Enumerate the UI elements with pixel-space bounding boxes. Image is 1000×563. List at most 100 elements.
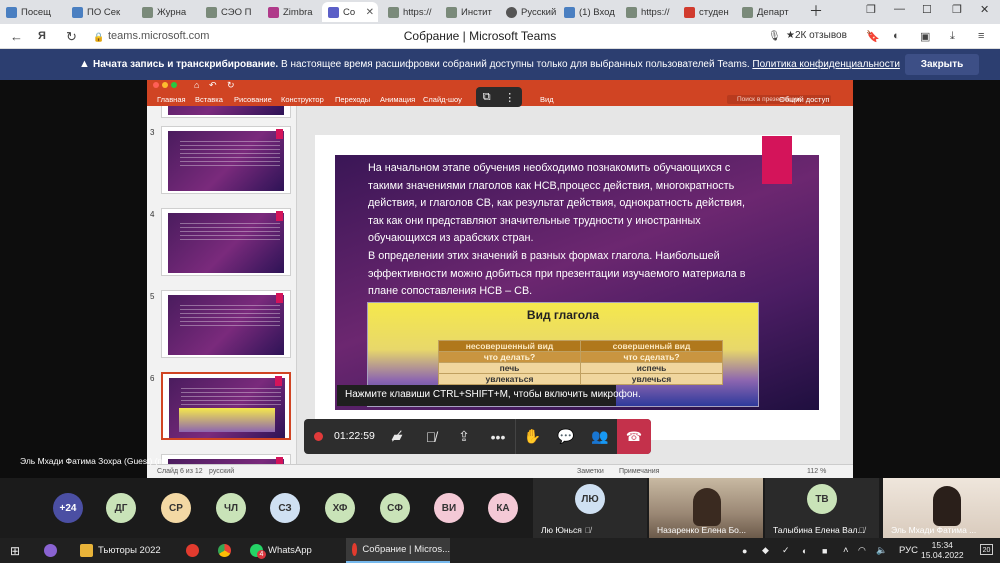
browser-tab[interactable]: Департ [736, 2, 798, 22]
table-cell: увлечься [580, 373, 723, 385]
camera-off-icon[interactable]: ▰̸ [380, 419, 414, 454]
mic-off-icon[interactable]: 🎙̸ [414, 419, 448, 454]
more-options-icon[interactable]: ⋮ [504, 91, 515, 104]
minimize-window-icon[interactable]: — [894, 3, 905, 15]
volume-icon[interactable]: 🔈 [876, 538, 887, 563]
page-title: Собрание | Microsoft Teams [403, 29, 557, 43]
table-cell: печь [438, 362, 581, 374]
folder-icon [80, 544, 93, 557]
whatsapp-badge: 4 [257, 550, 266, 559]
browser-tab[interactable]: студен [678, 2, 736, 22]
tray-app-icon[interactable]: ◆ [762, 538, 769, 563]
window-close-dot-icon [153, 82, 159, 88]
tab-favicon-icon [684, 6, 695, 18]
tab-favicon-icon [268, 6, 279, 18]
slide-paragraph: На начальном этапе обучения необходимо п… [368, 162, 746, 245]
yandex-icon[interactable]: Я [38, 30, 46, 42]
table-cell: испечь [580, 362, 723, 374]
tab-favicon-icon [142, 6, 153, 18]
avatar[interactable]: ДГ [106, 493, 136, 523]
slide-thumbnail [161, 106, 291, 118]
bookmark-icon[interactable]: 🔖 [866, 30, 880, 43]
show-hidden-icons-icon[interactable]: ˄ [843, 538, 849, 563]
windows-start-icon[interactable]: ⊞ [10, 538, 20, 563]
browser-tab[interactable]: Журна [136, 2, 200, 22]
browser-tab[interactable]: https:// [620, 2, 678, 22]
microphone-icon[interactable]: 🎙 [768, 31, 781, 42]
browser-tab[interactable]: Посещ [0, 2, 66, 22]
browser-tab[interactable]: (1) Вход [558, 2, 620, 22]
chrome-icon[interactable] [218, 538, 236, 563]
avatar[interactable]: СФ [380, 493, 410, 523]
taskbar-item-teams-meeting[interactable]: Собрание | Micros... [346, 538, 450, 563]
back-icon[interactable]: ← [10, 29, 23, 44]
thumb-number: 3 [150, 128, 155, 137]
browser-tab[interactable]: Инстит [440, 2, 500, 22]
tab-favicon-icon [506, 6, 517, 18]
participant-tile[interactable]: Эль Мхади Фатима ... [883, 478, 1000, 538]
close-tab-icon[interactable]: ✕ [366, 7, 374, 18]
ribbon-tab: Переходы [335, 95, 371, 104]
system-clock[interactable]: 15:34 15.04.2022 [921, 540, 964, 560]
yandex-browser-icon[interactable] [186, 538, 204, 563]
pop-out-icon[interactable]: ⧉ [483, 91, 491, 104]
verb-aspect-table: несовершенный вид совершенный вид что дел… [438, 340, 723, 385]
lock-icon: 🔒 [93, 32, 105, 42]
address-bar: ← Я ↻ 🔒 teams.microsoft.com Собрание | M… [0, 24, 1000, 49]
browser-tab[interactable]: Русский [500, 2, 558, 22]
hang-up-button[interactable]: ☎ [617, 419, 651, 454]
privacy-policy-link[interactable]: Политика конфиденциальности [752, 59, 900, 70]
chat-icon[interactable]: 💬 [549, 419, 583, 454]
tray-app-icon[interactable]: ✓ [782, 538, 790, 563]
participant-tile[interactable]: Назаренко Елена Бо... [649, 478, 763, 538]
browser-tab[interactable]: https:// [382, 2, 440, 22]
input-language[interactable]: РУС [899, 538, 918, 563]
share-screen-icon[interactable]: ⇪ [447, 419, 481, 454]
thumb-number: 6 [150, 374, 155, 383]
tab-list-icon[interactable]: ❐ [866, 3, 876, 16]
url-field[interactable]: teams.microsoft.com [108, 30, 209, 42]
browser-tab-active[interactable]: Со ✕ [322, 2, 378, 22]
reviews-button[interactable]: ★2К отзывов [786, 30, 847, 41]
tray-app-icon[interactable]: ◐ [802, 538, 807, 563]
avatar[interactable]: КА [488, 493, 518, 523]
participants-icon[interactable]: 👥 [583, 419, 617, 454]
warning-icon: ▲ [79, 58, 90, 70]
close-banner-button[interactable]: Закрыть [905, 54, 979, 75]
menu-icon[interactable]: ≡ [978, 30, 984, 42]
new-tab-button[interactable]: ＋ [809, 1, 823, 21]
taskbar-item-folder[interactable]: Тьюторы 2022 [80, 538, 161, 563]
avatar[interactable]: СЗ [270, 493, 300, 523]
participant-tile[interactable]: ТВ Талыбина Елена Вал... 🎙̸ [765, 478, 879, 538]
restore-window-icon[interactable]: ❐ [952, 3, 962, 16]
raise-hand-icon[interactable]: ✋ [515, 419, 549, 454]
tray-app-icon[interactable]: ● [742, 538, 747, 563]
avatar[interactable]: ЧЛ [216, 493, 246, 523]
table-cell: несовершенный вид [438, 340, 581, 352]
browser-tab[interactable]: Zimbra [262, 2, 322, 22]
more-actions-icon[interactable]: ••• [481, 419, 515, 454]
clock-date: 15.04.2022 [921, 550, 964, 560]
collections-icon[interactable]: ▣ [920, 30, 930, 43]
avatar[interactable]: ХФ [325, 493, 355, 523]
tray-app-icon[interactable]: ■ [822, 538, 827, 563]
banner-text: Начата запись и транскрибирование. В нас… [93, 59, 900, 70]
window-minimize-dot-icon [162, 82, 168, 88]
download-icon[interactable]: ⤓ [950, 30, 955, 43]
wifi-icon[interactable]: ◠ [858, 538, 866, 563]
taskbar-item-whatsapp[interactable]: WhatsApp 4 [250, 538, 312, 563]
assistant-icon[interactable] [44, 538, 62, 563]
avatar[interactable]: СР [161, 493, 191, 523]
browser-tab[interactable]: ПО Сек [66, 2, 136, 22]
participant-tile[interactable]: ЛЮ Лю Юнься 🎙̸ [533, 478, 647, 538]
browser-tab[interactable]: СЭО П [200, 2, 262, 22]
avatar[interactable]: ВИ [434, 493, 464, 523]
reload-icon[interactable]: ↻ [66, 29, 77, 45]
restore-window-icon[interactable]: ☐ [922, 3, 932, 16]
close-window-icon[interactable]: ✕ [980, 3, 989, 16]
extension-icon[interactable]: ◐ [893, 30, 900, 42]
slide-counter: Слайд 6 из 12 [157, 468, 203, 475]
overflow-avatar[interactable]: +24 [53, 493, 83, 523]
ribbon-tab: Вид [540, 95, 554, 104]
redo-icon: ↻ [227, 80, 235, 90]
